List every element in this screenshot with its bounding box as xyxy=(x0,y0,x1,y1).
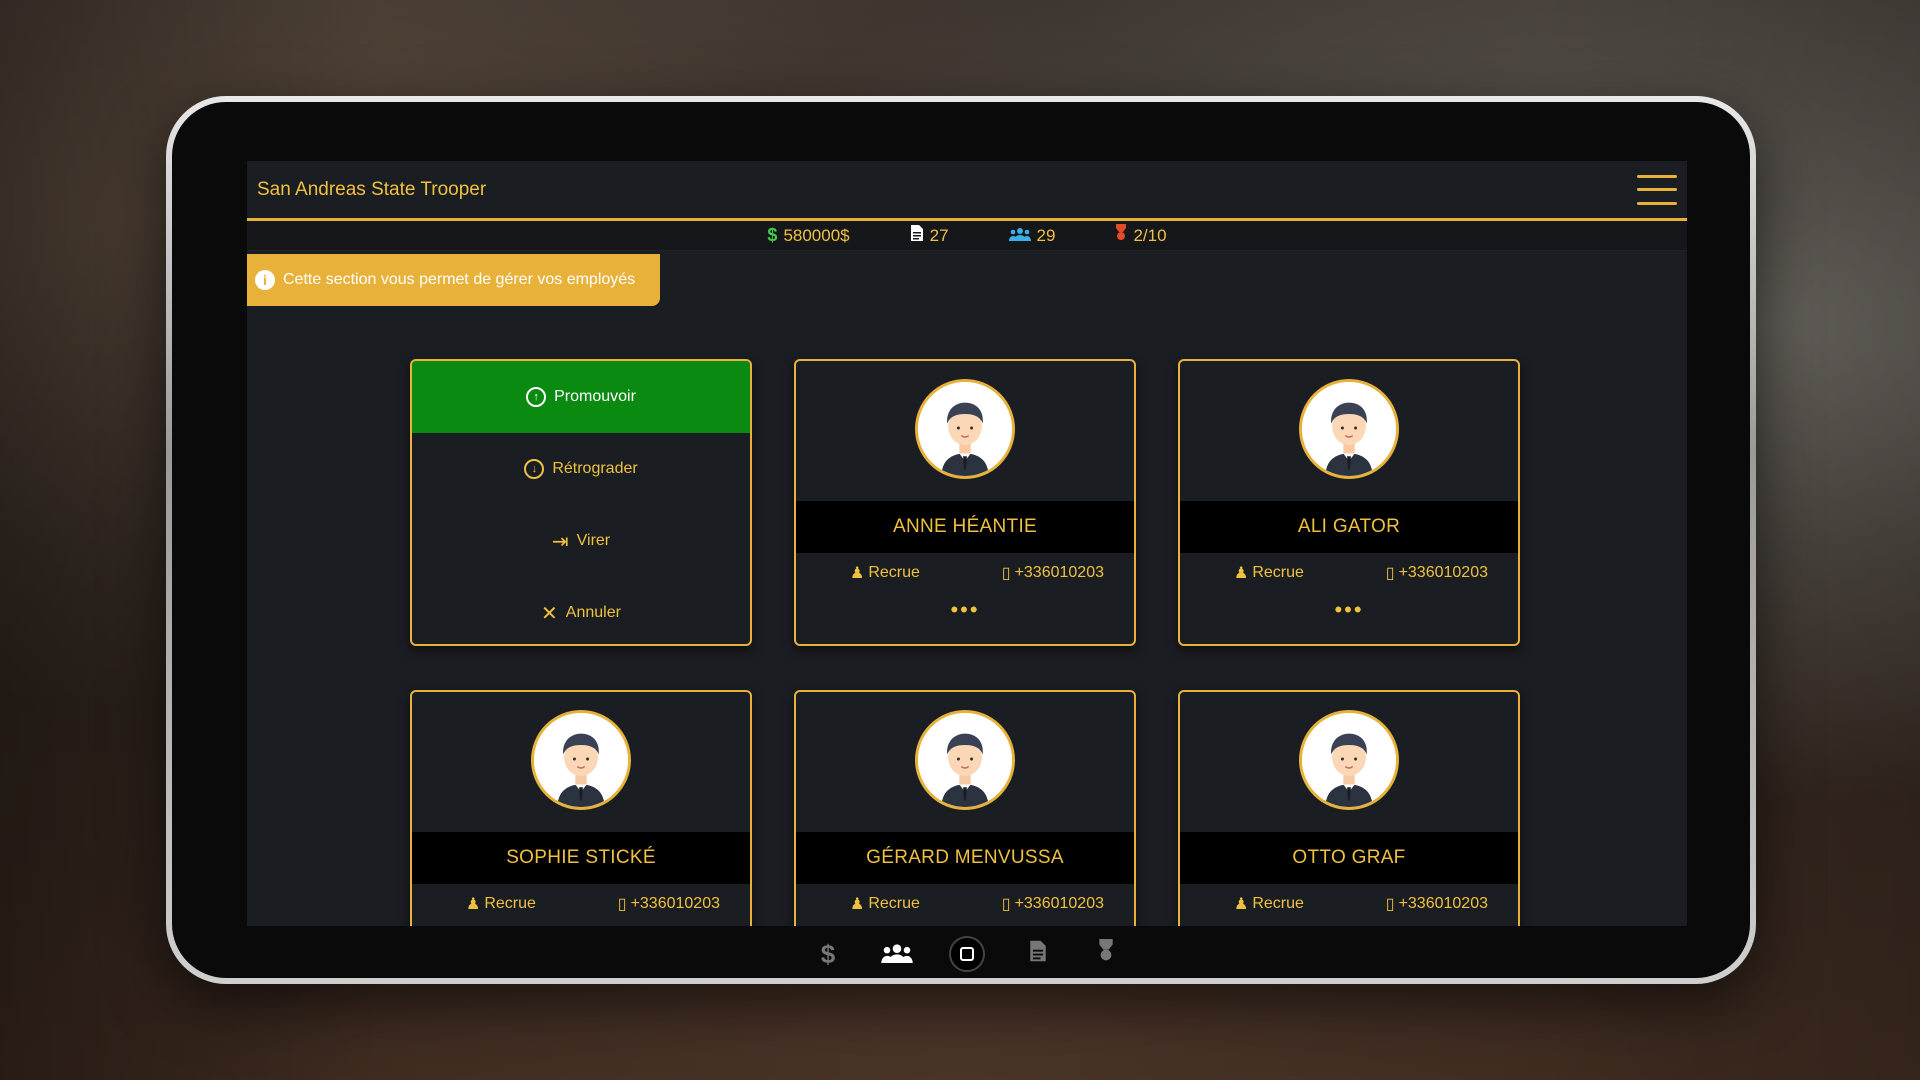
employee-rank: Recrue xyxy=(1252,895,1304,912)
avatar xyxy=(915,379,1015,479)
employee-name: OTTO GRAF xyxy=(1180,832,1518,884)
phone-info: ▯ +336010203 xyxy=(1386,894,1488,914)
stats-bar: $ 580000$ 27 29 2/10 xyxy=(247,221,1687,251)
phone-info: ▯ +336010203 xyxy=(1386,563,1488,583)
employee-meta: ♟ Recrue ▯ +336010203 xyxy=(796,563,1134,583)
rank-info: ♟ Recrue xyxy=(850,894,920,914)
documents-value: 27 xyxy=(929,225,949,245)
promote-button[interactable]: ↑ Promouvoir xyxy=(412,361,750,433)
employee-name: ANNE HÉANTIE xyxy=(796,501,1134,553)
person-avatar-icon xyxy=(918,382,1012,476)
fire-button[interactable]: ⇥ Virer xyxy=(412,505,750,577)
employee-card: GÉRARD MENVUSSA ♟Recrue ▯+336010203 ••• xyxy=(794,690,1136,926)
medal-icon[interactable] xyxy=(1091,938,1121,971)
team-icon[interactable] xyxy=(881,939,913,970)
bottom-dock: $ xyxy=(247,926,1687,982)
employee-rank: Recrue xyxy=(1252,564,1304,581)
close-icon: ✕ xyxy=(541,602,558,625)
home-button[interactable] xyxy=(949,936,985,972)
info-banner-text: Cette section vous permet de gérer vos e… xyxy=(283,271,636,288)
employee-card: ANNE HÉANTIE ♟ Recrue ▯ +336010203 ••• xyxy=(794,359,1136,646)
employee-phone: +336010203 xyxy=(1398,895,1488,912)
dollar-icon[interactable]: $ xyxy=(813,939,843,970)
sign-out-icon: ⇥ xyxy=(551,530,569,553)
phone-info: ▯ +336010203 xyxy=(1002,894,1104,914)
employee-phone: +336010203 xyxy=(630,895,720,912)
person-avatar-icon xyxy=(1302,382,1396,476)
cancel-label: Annuler xyxy=(565,604,621,621)
employee-card: SOPHIE STICKÉ ♟Recrue ▯+336010203 ••• xyxy=(410,690,752,926)
arrow-up-circle-icon: ↑ xyxy=(526,387,547,407)
employee-name: ALI GATOR xyxy=(1180,501,1518,553)
dollar-icon: $ xyxy=(767,225,778,245)
employee-meta: ♟ Recrue ▯ +336010203 xyxy=(1180,563,1518,583)
employee-rank: Recrue xyxy=(868,895,920,912)
employee-meta: ♟ Recrue ▯ +336010203 xyxy=(412,894,750,914)
person-avatar-icon xyxy=(1302,713,1396,807)
employee-card: OTTO GRAF ♟Recrue ▯+336010203 ••• xyxy=(1178,690,1520,926)
medal-icon xyxy=(1115,224,1127,247)
arrow-down-circle-icon: ↓ xyxy=(524,459,545,479)
avatar xyxy=(915,710,1015,810)
employee-actions-card: ↑ Promouvoir ↓ Rétrograder ⇥ Virer ✕ Ann… xyxy=(410,359,752,646)
members-value: 29 xyxy=(1036,225,1056,245)
medal-icon: ♟ xyxy=(1234,565,1249,582)
stat-documents: 27 xyxy=(910,224,949,247)
app-screen: San Andreas State Trooper $ 580000$ 27 2… xyxy=(247,161,1687,926)
demote-button[interactable]: ↓ Rétrograder xyxy=(412,433,750,505)
employee-rank: Recrue xyxy=(868,564,920,581)
medal-icon: ♟ xyxy=(466,896,481,913)
info-banner: i Cette section vous permet de gérer vos… xyxy=(247,254,660,306)
employee-meta: ♟ Recrue ▯ +336010203 xyxy=(796,894,1134,914)
app-title: San Andreas State Trooper xyxy=(257,178,487,200)
stat-ranks: 2/10 xyxy=(1115,224,1167,247)
phone-icon: ▯ xyxy=(1001,896,1011,913)
medal-icon: ♟ xyxy=(1234,896,1249,913)
rank-info: ♟ Recrue xyxy=(850,563,920,583)
employee-phone: +336010203 xyxy=(1014,564,1104,581)
ranks-value: 2/10 xyxy=(1133,225,1167,245)
employee-name: SOPHIE STICKÉ xyxy=(412,832,750,884)
phone-icon: ▯ xyxy=(1001,565,1011,582)
money-value: 580000$ xyxy=(783,225,850,245)
employee-name: GÉRARD MENVUSSA xyxy=(796,832,1134,884)
promote-label: Promouvoir xyxy=(554,388,636,405)
employee-phone: +336010203 xyxy=(1014,895,1104,912)
demote-label: Rétrograder xyxy=(552,460,638,477)
phone-info: ▯ +336010203 xyxy=(1002,563,1104,583)
employee-phone: +336010203 xyxy=(1398,564,1488,581)
more-options-button[interactable]: ••• xyxy=(950,599,979,621)
hamburger-menu-icon[interactable] xyxy=(1637,174,1677,205)
phone-icon: ▯ xyxy=(1385,565,1395,582)
stat-money: $ 580000$ xyxy=(767,225,849,246)
rank-info: ♟ Recrue xyxy=(466,894,536,914)
employee-rank: Recrue xyxy=(484,895,536,912)
avatar xyxy=(1299,710,1399,810)
employee-meta: ♟ Recrue ▯ +336010203 xyxy=(1180,894,1518,914)
cancel-button[interactable]: ✕ Annuler xyxy=(412,577,750,644)
avatar xyxy=(1299,379,1399,479)
employee-card: ALI GATOR ♟ Recrue ▯ +336010203 ••• xyxy=(1178,359,1520,646)
tablet-bezel: San Andreas State Trooper $ 580000$ 27 2… xyxy=(172,102,1750,978)
rank-info: ♟ Recrue xyxy=(1234,563,1304,583)
rank-info: ♟ Recrue xyxy=(1234,894,1304,914)
info-icon: i xyxy=(255,270,275,290)
fire-label: Virer xyxy=(576,532,611,549)
document-icon xyxy=(910,224,924,247)
more-options-button[interactable]: ••• xyxy=(1334,599,1363,621)
document-icon[interactable] xyxy=(1023,939,1053,970)
app-header: San Andreas State Trooper xyxy=(247,161,1687,221)
phone-info: ▯ +336010203 xyxy=(618,894,720,914)
medal-icon: ♟ xyxy=(850,565,865,582)
phone-icon: ▯ xyxy=(617,896,627,913)
employee-grid: ↑ Promouvoir ↓ Rétrograder ⇥ Virer ✕ Ann… xyxy=(410,359,1520,926)
medal-icon: ♟ xyxy=(850,896,865,913)
person-avatar-icon xyxy=(534,713,628,807)
tablet-frame: San Andreas State Trooper $ 580000$ 27 2… xyxy=(166,96,1756,984)
stat-members: 29 xyxy=(1008,225,1056,246)
avatar xyxy=(531,710,631,810)
team-icon xyxy=(1008,225,1031,246)
person-avatar-icon xyxy=(918,713,1012,807)
phone-icon: ▯ xyxy=(1385,896,1395,913)
